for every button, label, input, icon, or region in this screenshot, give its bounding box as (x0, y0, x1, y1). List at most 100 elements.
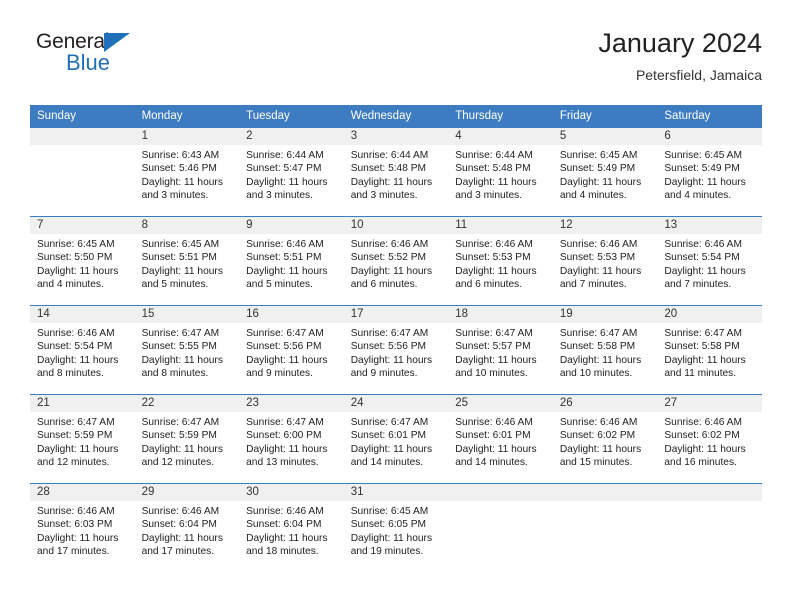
calendar-day-cell[interactable]: 24 Sunrise: 6:47 AM Sunset: 6:01 PM Dayligh… (343, 394, 449, 484)
sunset-text: Sunset: 5:50 PM (37, 252, 113, 264)
sunrise-text: Sunrise: 6:44 AM (246, 150, 324, 161)
day-number: 16 (239, 306, 344, 323)
calendar-day-cell[interactable]: 8 Sunrise: 6:45 AM Sunset: 5:51 PM Daylight… (134, 216, 240, 306)
calendar-week-row: 28 Sunrise: 6:46 AM Sunset: 6:03 PM Dayligh… (30, 483, 762, 572)
calendar-day-cell[interactable]: 26 Sunrise: 6:46 AM Sunset: 6:02 PM Dayligh… (552, 394, 658, 484)
sunset-text: Sunset: 5:48 PM (350, 163, 427, 175)
daylight-text-line1: Daylight: 11 hours (37, 265, 119, 277)
sunrise-text: Sunrise: 6:46 AM (455, 417, 533, 428)
day-number (552, 484, 658, 501)
day-sun-info: Sunrise: 6:47 AM Sunset: 5:57 PM Daylight:… (448, 323, 553, 381)
calendar-day-cell[interactable]: 21 Sunrise: 6:47 AM Sunset: 5:59 PM Dayligh… (30, 394, 135, 484)
daylight-text-line2: and 5 minutes. (246, 279, 313, 291)
day-sun-info: Sunrise: 6:47 AM Sunset: 5:56 PM Daylight:… (344, 323, 449, 381)
daylight-text-line2: and 6 minutes. (350, 279, 418, 291)
calendar-day-cell[interactable]: 4 Sunrise: 6:44 AM Sunset: 5:48 PM Daylight… (448, 127, 553, 217)
day-number: 26 (552, 395, 658, 412)
daylight-text-line2: and 7 minutes. (559, 279, 627, 291)
calendar-day-cell[interactable]: 14 Sunrise: 6:46 AM Sunset: 5:54 PM Dayligh… (30, 305, 135, 395)
daylight-text-line2: and 7 minutes. (664, 279, 732, 291)
calendar-day-cell[interactable]: 23 Sunrise: 6:47 AM Sunset: 6:00 PM Dayligh… (239, 394, 344, 484)
calendar-day-cell[interactable]: 12 Sunrise: 6:46 AM Sunset: 5:53 PM Dayligh… (552, 216, 658, 306)
calendar-day-cell[interactable]: 5 Sunrise: 6:45 AM Sunset: 5:49 PM Daylight… (552, 127, 658, 217)
daylight-text-line2: and 4 minutes. (664, 190, 732, 202)
daylight-text-line1: Daylight: 11 hours (141, 532, 223, 544)
daylight-text-line1: Daylight: 11 hours (37, 443, 119, 455)
daylight-text-line2: and 14 minutes. (455, 457, 528, 469)
sunset-text: Sunset: 5:55 PM (141, 341, 217, 353)
day-sun-info: Sunrise: 6:45 AM Sunset: 5:49 PM Daylight:… (657, 145, 762, 203)
calendar-day-cell[interactable]: 16 Sunrise: 6:47 AM Sunset: 5:56 PM Dayligh… (239, 305, 344, 395)
sunrise-text: Sunrise: 6:47 AM (246, 328, 324, 339)
sunrise-text: Sunrise: 6:47 AM (350, 328, 429, 339)
day-number: 4 (448, 128, 553, 145)
day-number: 27 (657, 395, 762, 412)
sunrise-text: Sunrise: 6:46 AM (37, 328, 115, 339)
day-number (657, 484, 762, 501)
day-number: 20 (657, 306, 762, 323)
sunrise-text: Sunrise: 6:46 AM (37, 506, 115, 517)
sunrise-text: Sunrise: 6:47 AM (246, 417, 324, 428)
day-number: 9 (239, 217, 344, 234)
daylight-text-line2: and 3 minutes. (455, 190, 523, 202)
daylight-text-line2: and 12 minutes. (141, 457, 215, 469)
calendar-day-cell[interactable]: 20 Sunrise: 6:47 AM Sunset: 5:58 PM Dayligh… (657, 305, 762, 395)
calendar-day-cell[interactable]: 25 Sunrise: 6:46 AM Sunset: 6:01 PM Dayligh… (448, 394, 553, 484)
page-header: General Blue January 2024 Petersfield, J… (30, 26, 762, 96)
sunrise-text: Sunrise: 6:45 AM (664, 150, 742, 161)
calendar-day-cell[interactable]: 19 Sunrise: 6:47 AM Sunset: 5:58 PM Dayligh… (552, 305, 658, 395)
day-number: 14 (30, 306, 135, 323)
calendar-day-cell[interactable]: 31 Sunrise: 6:45 AM Sunset: 6:05 PM Dayligh… (343, 483, 449, 572)
day-sun-info: Sunrise: 6:46 AM Sunset: 5:54 PM Daylight:… (657, 234, 762, 292)
daylight-text-line2: and 4 minutes. (559, 190, 627, 202)
sunrise-text: Sunrise: 6:47 AM (141, 417, 220, 428)
calendar-day-cell[interactable]: 9 Sunrise: 6:46 AM Sunset: 5:51 PM Daylight… (239, 216, 344, 306)
calendar-day-cell[interactable]: 6 Sunrise: 6:45 AM Sunset: 5:49 PM Daylight… (657, 127, 762, 217)
calendar-day-cell[interactable]: 11 Sunrise: 6:46 AM Sunset: 5:53 PM Dayligh… (448, 216, 553, 306)
calendar-day-cell[interactable]: 3 Sunrise: 6:44 AM Sunset: 5:48 PM Daylight… (343, 127, 449, 217)
day-number: 30 (239, 484, 344, 501)
day-sun-info: Sunrise: 6:45 AM Sunset: 5:50 PM Daylight:… (30, 234, 135, 292)
calendar-day-cell[interactable]: 15 Sunrise: 6:47 AM Sunset: 5:55 PM Dayligh… (134, 305, 240, 395)
weekday-header-friday: Friday (552, 105, 658, 128)
sunrise-text: Sunrise: 6:46 AM (664, 239, 742, 250)
sunset-text: Sunset: 5:53 PM (455, 252, 531, 264)
day-sun-info: Sunrise: 6:46 AM Sunset: 5:53 PM Daylight:… (553, 234, 658, 292)
day-number (30, 128, 135, 145)
calendar-day-cell[interactable]: 1 Sunrise: 6:43 AM Sunset: 5:46 PM Daylight… (134, 127, 240, 217)
day-number: 25 (448, 395, 553, 412)
daylight-text-line2: and 6 minutes. (455, 279, 523, 291)
calendar-day-cell[interactable]: 7 Sunrise: 6:45 AM Sunset: 5:50 PM Daylight… (30, 216, 135, 306)
calendar-day-cell[interactable]: 29 Sunrise: 6:46 AM Sunset: 6:04 PM Dayligh… (134, 483, 240, 572)
calendar-day-cell[interactable]: 22 Sunrise: 6:47 AM Sunset: 5:59 PM Dayligh… (134, 394, 240, 484)
day-number: 1 (134, 128, 240, 145)
day-sun-info: Sunrise: 6:43 AM Sunset: 5:46 PM Daylight:… (135, 145, 240, 203)
daylight-text-line1: Daylight: 11 hours (559, 176, 642, 188)
daylight-text-line2: and 19 minutes. (350, 546, 424, 558)
day-sun-info: Sunrise: 6:45 AM Sunset: 6:05 PM Daylight:… (344, 501, 449, 559)
day-number: 13 (657, 217, 762, 234)
sunset-text: Sunset: 6:04 PM (141, 519, 217, 531)
sunset-text: Sunset: 6:02 PM (559, 430, 636, 442)
daylight-text-line1: Daylight: 11 hours (559, 443, 642, 455)
daylight-text-line1: Daylight: 11 hours (141, 354, 223, 366)
weekday-header-sunday: Sunday (30, 105, 135, 128)
calendar-day-cell[interactable]: 27 Sunrise: 6:46 AM Sunset: 6:02 PM Dayligh… (657, 394, 762, 484)
calendar-week-row: 1 Sunrise: 6:43 AM Sunset: 5:46 PM Daylight… (30, 127, 762, 217)
calendar-day-cell[interactable]: 18 Sunrise: 6:47 AM Sunset: 5:57 PM Dayligh… (448, 305, 553, 395)
calendar-day-cell[interactable]: 10 Sunrise: 6:46 AM Sunset: 5:52 PM Dayligh… (343, 216, 449, 306)
day-sun-info: Sunrise: 6:46 AM Sunset: 6:04 PM Daylight:… (239, 501, 344, 559)
calendar-day-cell[interactable]: 30 Sunrise: 6:46 AM Sunset: 6:04 PM Dayligh… (239, 483, 344, 572)
calendar-day-cell[interactable]: 17 Sunrise: 6:47 AM Sunset: 5:56 PM Dayligh… (343, 305, 449, 395)
day-sun-info: Sunrise: 6:47 AM Sunset: 5:55 PM Daylight:… (135, 323, 240, 381)
sunrise-text: Sunrise: 6:47 AM (455, 328, 533, 339)
daylight-text-line1: Daylight: 11 hours (37, 532, 119, 544)
day-number: 28 (30, 484, 135, 501)
calendar-day-cell[interactable]: 28 Sunrise: 6:46 AM Sunset: 6:03 PM Dayligh… (30, 483, 135, 572)
sunset-text: Sunset: 6:04 PM (246, 519, 322, 531)
calendar-day-cell[interactable]: 2 Sunrise: 6:44 AM Sunset: 5:47 PM Daylight… (239, 127, 344, 217)
sunrise-text: Sunrise: 6:47 AM (141, 328, 220, 339)
calendar-day-cell-empty (30, 127, 135, 217)
calendar-day-cell[interactable]: 13 Sunrise: 6:46 AM Sunset: 5:54 PM Dayligh… (657, 216, 762, 306)
calendar-day-cell-empty (552, 483, 658, 572)
